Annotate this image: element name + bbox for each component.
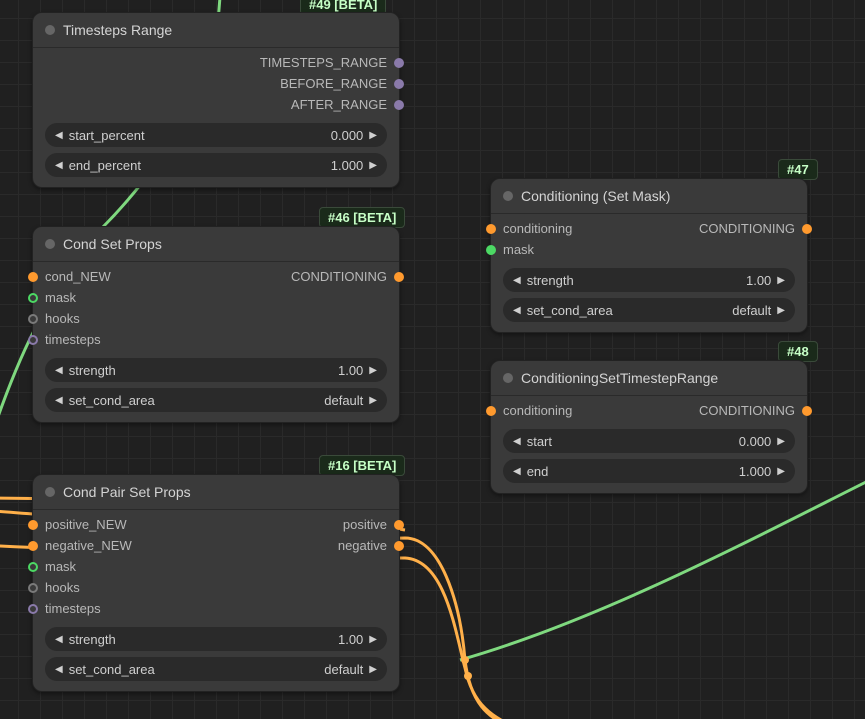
collapse-dot-icon[interactable] — [45, 25, 55, 35]
decrement-icon[interactable]: ◀ — [51, 160, 67, 171]
badge-48: #48 — [778, 341, 818, 362]
io-positive[interactable]: positive_NEW positive — [33, 514, 399, 535]
node-title[interactable]: Conditioning (Set Mask) — [491, 179, 807, 214]
input-timesteps[interactable]: timesteps — [33, 329, 399, 350]
increment-icon[interactable]: ▶ — [365, 365, 381, 376]
decrement-icon[interactable]: ◀ — [509, 275, 525, 286]
output-after-range[interactable]: AFTER_RANGE — [33, 94, 399, 115]
increment-icon[interactable]: ▶ — [773, 436, 789, 447]
increment-icon[interactable]: ▶ — [365, 634, 381, 645]
widget-set-cond-area[interactable]: ◀ set_cond_area default ▶ — [45, 657, 387, 681]
input-hooks[interactable]: hooks — [33, 577, 399, 598]
increment-icon[interactable]: ▶ — [773, 275, 789, 286]
node-conditioning-set-timestep-range[interactable]: ConditioningSetTimestepRange conditionin… — [490, 360, 808, 494]
output-before-range[interactable]: BEFORE_RANGE — [33, 73, 399, 94]
port-in-icon[interactable] — [28, 541, 38, 551]
widget-strength[interactable]: ◀ strength 1.00 ▶ — [45, 627, 387, 651]
port-in-icon[interactable] — [28, 604, 38, 614]
port-in-icon[interactable] — [28, 335, 38, 345]
port-out-icon[interactable] — [394, 58, 404, 68]
increment-icon[interactable]: ▶ — [365, 160, 381, 171]
node-title-text: Timesteps Range — [63, 22, 172, 38]
increment-icon[interactable]: ▶ — [773, 305, 789, 316]
widget-strength[interactable]: ◀ strength 1.00 ▶ — [45, 358, 387, 382]
increment-icon[interactable]: ▶ — [365, 395, 381, 406]
port-out-icon[interactable] — [394, 272, 404, 282]
badge-16: #16 [BETA] — [319, 455, 405, 476]
port-in-icon[interactable] — [486, 224, 496, 234]
port-in-icon[interactable] — [486, 245, 496, 255]
decrement-icon[interactable]: ◀ — [51, 395, 67, 406]
decrement-icon[interactable]: ◀ — [51, 664, 67, 675]
node-timesteps-range[interactable]: Timesteps Range TIMESTEPS_RANGE BEFORE_R… — [32, 12, 400, 188]
port-in-icon[interactable] — [28, 520, 38, 530]
collapse-dot-icon[interactable] — [503, 191, 513, 201]
collapse-dot-icon[interactable] — [45, 487, 55, 497]
port-out-icon[interactable] — [394, 520, 404, 530]
node-title-text: ConditioningSetTimestepRange — [521, 370, 718, 386]
decrement-icon[interactable]: ◀ — [509, 466, 525, 477]
decrement-icon[interactable]: ◀ — [51, 634, 67, 645]
widget-end-percent[interactable]: ◀ end_percent 1.000 ▶ — [45, 153, 387, 177]
port-out-icon[interactable] — [394, 79, 404, 89]
input-timesteps[interactable]: timesteps — [33, 598, 399, 619]
widget-start-percent[interactable]: ◀ start_percent 0.000 ▶ — [45, 123, 387, 147]
decrement-icon[interactable]: ◀ — [51, 365, 67, 376]
port-in-icon[interactable] — [28, 583, 38, 593]
widget-end[interactable]: ◀ end 1.000 ▶ — [503, 459, 795, 483]
increment-icon[interactable]: ▶ — [365, 664, 381, 675]
port-in-icon[interactable] — [486, 406, 496, 416]
output-timesteps-range[interactable]: TIMESTEPS_RANGE — [33, 52, 399, 73]
decrement-icon[interactable]: ◀ — [509, 436, 525, 447]
node-cond-pair-set-props[interactable]: Cond Pair Set Props positive_NEW positiv… — [32, 474, 400, 692]
node-title[interactable]: ConditioningSetTimestepRange — [491, 361, 807, 396]
node-title-text: Conditioning (Set Mask) — [521, 188, 670, 204]
widget-set-cond-area[interactable]: ◀ set_cond_area default ▶ — [45, 388, 387, 412]
io-conditioning[interactable]: conditioning CONDITIONING — [491, 400, 807, 421]
badge-47: #47 — [778, 159, 818, 180]
port-in-icon[interactable] — [28, 314, 38, 324]
port-out-icon[interactable] — [802, 224, 812, 234]
collapse-dot-icon[interactable] — [503, 373, 513, 383]
port-in-icon[interactable] — [28, 293, 38, 303]
input-hooks[interactable]: hooks — [33, 308, 399, 329]
node-title-text: Cond Pair Set Props — [63, 484, 191, 500]
io-conditioning[interactable]: conditioning CONDITIONING — [491, 218, 807, 239]
io-negative[interactable]: negative_NEW negative — [33, 535, 399, 556]
port-in-icon[interactable] — [28, 562, 38, 572]
widget-strength[interactable]: ◀ strength 1.00 ▶ — [503, 268, 795, 292]
decrement-icon[interactable]: ◀ — [51, 130, 67, 141]
widget-set-cond-area[interactable]: ◀ set_cond_area default ▶ — [503, 298, 795, 322]
node-title-text: Cond Set Props — [63, 236, 162, 252]
increment-icon[interactable]: ▶ — [365, 130, 381, 141]
port-out-icon[interactable] — [394, 541, 404, 551]
node-title[interactable]: Cond Set Props — [33, 227, 399, 262]
input-mask[interactable]: mask — [491, 239, 807, 260]
node-cond-set-props[interactable]: Cond Set Props cond_NEW CONDITIONING mas… — [32, 226, 400, 423]
collapse-dot-icon[interactable] — [45, 239, 55, 249]
io-cond[interactable]: cond_NEW CONDITIONING — [33, 266, 399, 287]
input-mask[interactable]: mask — [33, 287, 399, 308]
increment-icon[interactable]: ▶ — [773, 466, 789, 477]
node-title[interactable]: Timesteps Range — [33, 13, 399, 48]
decrement-icon[interactable]: ◀ — [509, 305, 525, 316]
port-in-icon[interactable] — [28, 272, 38, 282]
input-mask[interactable]: mask — [33, 556, 399, 577]
node-title[interactable]: Cond Pair Set Props — [33, 475, 399, 510]
badge-46: #46 [BETA] — [319, 207, 405, 228]
port-out-icon[interactable] — [394, 100, 404, 110]
port-out-icon[interactable] — [802, 406, 812, 416]
widget-start[interactable]: ◀ start 0.000 ▶ — [503, 429, 795, 453]
node-conditioning-set-mask[interactable]: Conditioning (Set Mask) conditioning CON… — [490, 178, 808, 333]
